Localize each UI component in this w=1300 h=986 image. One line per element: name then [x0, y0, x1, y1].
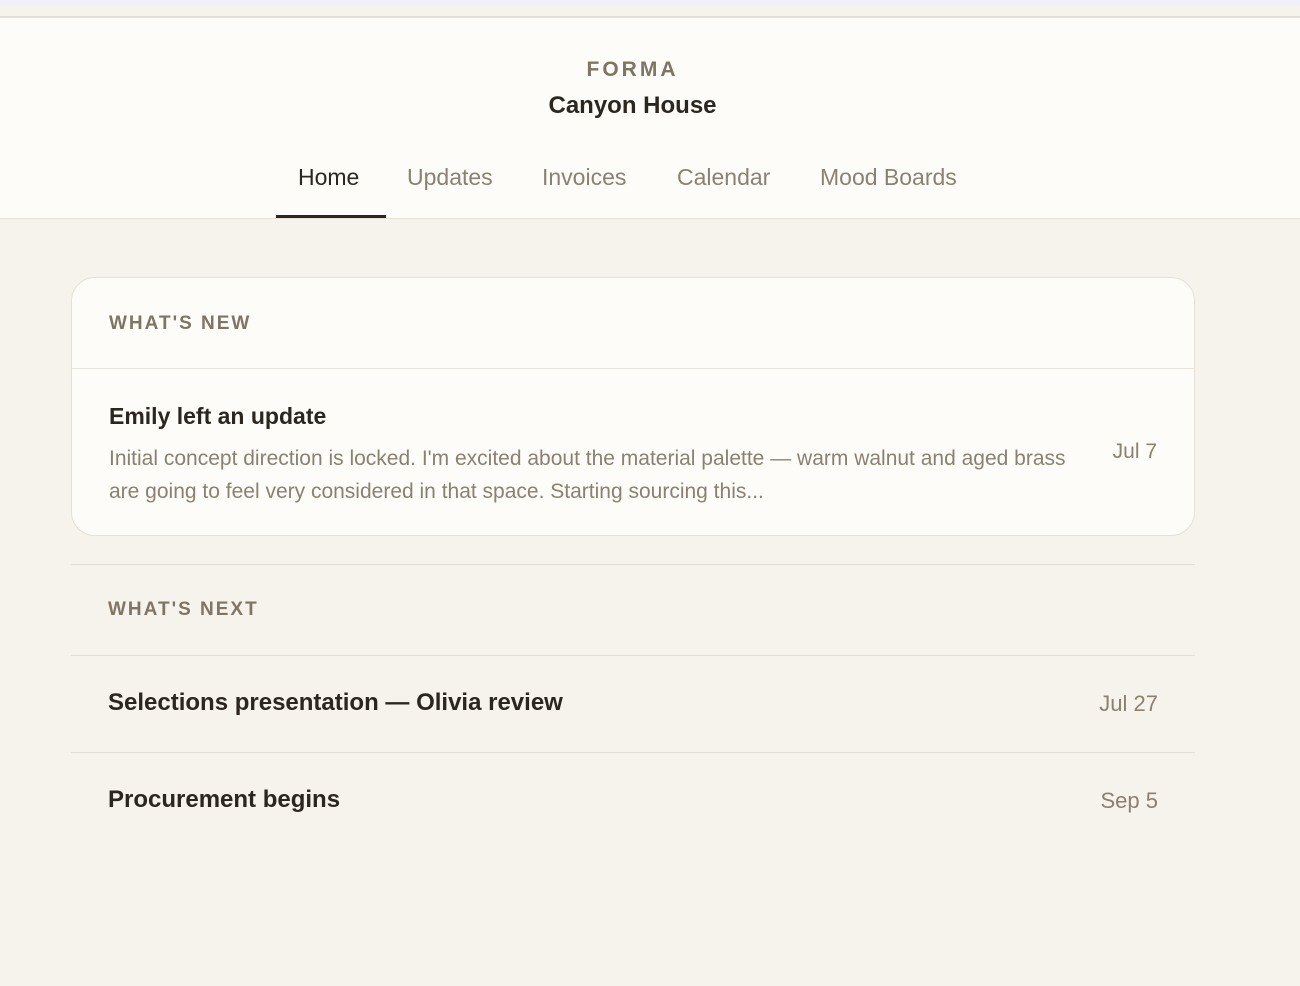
tab-mood-boards[interactable]: Mood Boards — [820, 164, 957, 191]
section-divider — [71, 564, 1195, 565]
tab-calendar[interactable]: Calendar — [677, 164, 770, 191]
whats-next-label: WHAT'S NEXT — [108, 599, 259, 620]
whats-new-label: WHAT'S NEW — [109, 313, 252, 334]
update-date: Jul 7 — [1112, 440, 1157, 463]
update-title: Emily left an update — [109, 403, 327, 429]
tab-invoices[interactable]: Invoices — [542, 164, 626, 191]
milestone-date: Jul 27 — [1099, 691, 1158, 716]
card-divider — [72, 368, 1194, 369]
list-item[interactable]: Selections presentation — Olivia review … — [71, 656, 1195, 752]
whats-new-card: WHAT'S NEW Emily left an update Initial … — [71, 277, 1195, 536]
tab-home[interactable]: Home — [298, 164, 359, 191]
active-tab-indicator — [276, 215, 386, 218]
list-item[interactable]: Procurement begins Sep 5 — [71, 753, 1195, 849]
update-body: Initial concept direction is locked. I'm… — [109, 447, 1066, 503]
main-nav: Home Updates Invoices Calendar Mood Boar… — [276, 18, 996, 219]
browser-top-strip — [0, 0, 1300, 5]
milestone-title: Procurement begins — [108, 786, 341, 813]
tab-updates[interactable]: Updates — [407, 164, 493, 191]
milestone-title: Selections presentation — Olivia review — [108, 689, 563, 716]
milestone-date: Sep 5 — [1100, 788, 1159, 813]
project-header: FORMA Canyon House Home Updates Invoices… — [0, 16, 1300, 219]
